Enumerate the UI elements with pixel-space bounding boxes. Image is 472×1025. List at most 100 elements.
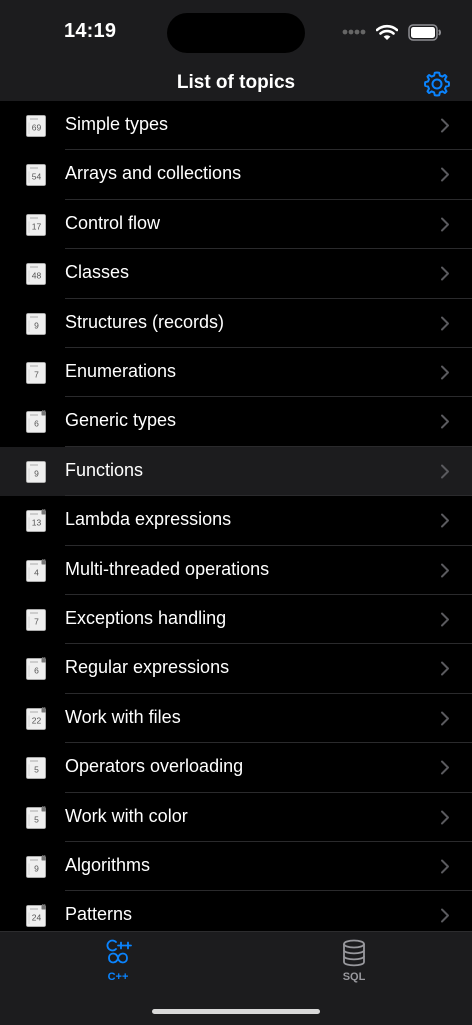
battery-icon xyxy=(408,23,441,41)
topic-label: Classes xyxy=(65,262,130,283)
topic-label: Generic types xyxy=(65,410,177,431)
topic-row[interactable]: 5 Work with color xyxy=(0,792,472,842)
topic-count: 24 xyxy=(32,913,42,923)
locked-document-icon: 24 xyxy=(26,904,46,928)
topic-count: 9 xyxy=(34,320,39,330)
wifi-icon xyxy=(376,24,398,40)
chevron-right-icon xyxy=(441,414,449,429)
topic-label: Patterns xyxy=(65,904,133,925)
document-icon: 9 xyxy=(26,312,46,335)
topic-count: 7 xyxy=(34,617,39,627)
topics-list: 69 Simple types 54 Arrays and collections 17… xyxy=(0,101,472,931)
tab-label: C++ xyxy=(107,971,129,983)
chevron-right-icon xyxy=(441,167,449,182)
tab-sql[interactable]: SQL xyxy=(236,938,472,988)
locked-document-icon: 6 xyxy=(26,410,46,434)
topic-count: 5 xyxy=(34,814,39,824)
chevron-right-icon xyxy=(441,464,449,479)
document-icon: 17 xyxy=(26,213,46,236)
topic-count: 69 xyxy=(32,123,42,133)
topic-row[interactable]: 6 Generic types xyxy=(0,397,472,447)
topic-label: Work with color xyxy=(65,805,188,826)
locked-document-icon: 13 xyxy=(26,509,46,533)
topic-row[interactable]: 6 Regular expressions xyxy=(0,644,472,694)
document-icon: 9 xyxy=(26,460,46,483)
locked-document-icon: 22 xyxy=(26,706,46,730)
topic-label: Exceptions handling xyxy=(65,608,227,628)
topic-label: Multi-threaded operations xyxy=(65,558,270,579)
chevron-right-icon xyxy=(441,612,449,627)
chevron-right-icon xyxy=(441,810,449,825)
topic-label: Structures (records) xyxy=(65,311,225,332)
chevron-right-icon xyxy=(441,859,449,874)
status-time: 14:19 xyxy=(64,20,117,42)
topic-label: Work with files xyxy=(65,706,181,727)
topic-count: 17 xyxy=(32,221,42,231)
topic-row[interactable]: 69 Simple types xyxy=(0,101,472,151)
locked-document-icon: 6 xyxy=(26,657,46,681)
topic-count: 22 xyxy=(32,715,42,725)
topic-count: 54 xyxy=(32,172,42,182)
database-icon xyxy=(343,939,365,967)
status-icons xyxy=(342,22,442,42)
topic-row[interactable]: 17 Control flow xyxy=(0,199,472,250)
topic-row[interactable]: 9 Structures (records) xyxy=(0,298,472,348)
tab-label: SQL xyxy=(342,971,366,983)
topic-count: 9 xyxy=(34,864,39,874)
topic-count: 13 xyxy=(32,518,42,528)
document-icon: 7 xyxy=(26,362,46,384)
cellular-signal-icon xyxy=(342,29,366,35)
topic-label: Lambda expressions xyxy=(65,509,232,530)
topic-count: 6 xyxy=(34,666,39,676)
chevron-right-icon xyxy=(441,118,449,133)
locked-document-icon: 5 xyxy=(26,805,46,829)
chevron-right-icon xyxy=(441,316,449,331)
topic-row[interactable]: 4 Multi-threaded operations xyxy=(0,545,472,595)
document-icon: 54 xyxy=(26,164,46,187)
topic-count: 9 xyxy=(34,468,39,478)
topic-row[interactable]: 13 Lambda expressions xyxy=(0,496,472,546)
page-title: List of topics xyxy=(176,72,296,93)
topic-row[interactable]: 7 Enumerations xyxy=(0,348,472,398)
topic-row[interactable]: 7 Exceptions handling xyxy=(0,595,472,645)
chevron-right-icon xyxy=(441,563,449,578)
topic-label: Regular expressions xyxy=(65,657,230,678)
chevron-right-icon xyxy=(441,266,449,281)
chevron-right-icon xyxy=(441,908,449,923)
locked-document-icon: 4 xyxy=(26,558,46,582)
document-icon: 7 xyxy=(26,609,46,631)
topic-row[interactable]: 24 Patterns xyxy=(0,891,472,931)
settings-button[interactable] xyxy=(420,67,454,101)
dynamic-island xyxy=(167,13,305,53)
topic-label: Control flow xyxy=(65,212,161,233)
chevron-right-icon xyxy=(441,760,449,775)
topic-count: 5 xyxy=(34,765,39,775)
chevron-right-icon xyxy=(441,661,449,676)
topic-label: Simple types xyxy=(65,114,169,134)
tab-cpp[interactable]: C++ xyxy=(0,938,236,988)
chevron-right-icon xyxy=(441,513,449,528)
topic-row[interactable]: 54 Arrays and collections xyxy=(0,150,472,200)
topic-row[interactable]: 22 Work with files xyxy=(0,693,472,744)
topic-count: 7 xyxy=(34,370,39,380)
status-bar: 14:19 xyxy=(0,0,472,62)
topic-label: Enumerations xyxy=(65,361,177,381)
topic-label: Algorithms xyxy=(65,855,151,875)
locked-document-icon: 9 xyxy=(26,855,46,878)
gear-icon xyxy=(424,71,450,97)
topic-count: 6 xyxy=(34,419,39,429)
document-icon: 5 xyxy=(26,757,46,780)
topic-label: Arrays and collections xyxy=(65,163,242,184)
topic-row[interactable]: 9 Algorithms xyxy=(0,842,472,892)
chevron-right-icon xyxy=(441,365,449,380)
topic-label: Operators overloading xyxy=(65,756,244,777)
topic-label: Functions xyxy=(65,459,144,480)
document-icon: 48 xyxy=(26,263,46,286)
topic-count: 4 xyxy=(34,567,39,577)
topic-row[interactable]: 48 Classes xyxy=(0,249,472,299)
cpp-icon xyxy=(106,939,132,964)
document-icon: 69 xyxy=(26,115,46,137)
topic-row[interactable]: 5 Operators overloading xyxy=(0,743,472,793)
topic-row[interactable]: 9 Functions xyxy=(0,446,472,497)
chevron-right-icon xyxy=(441,711,449,726)
